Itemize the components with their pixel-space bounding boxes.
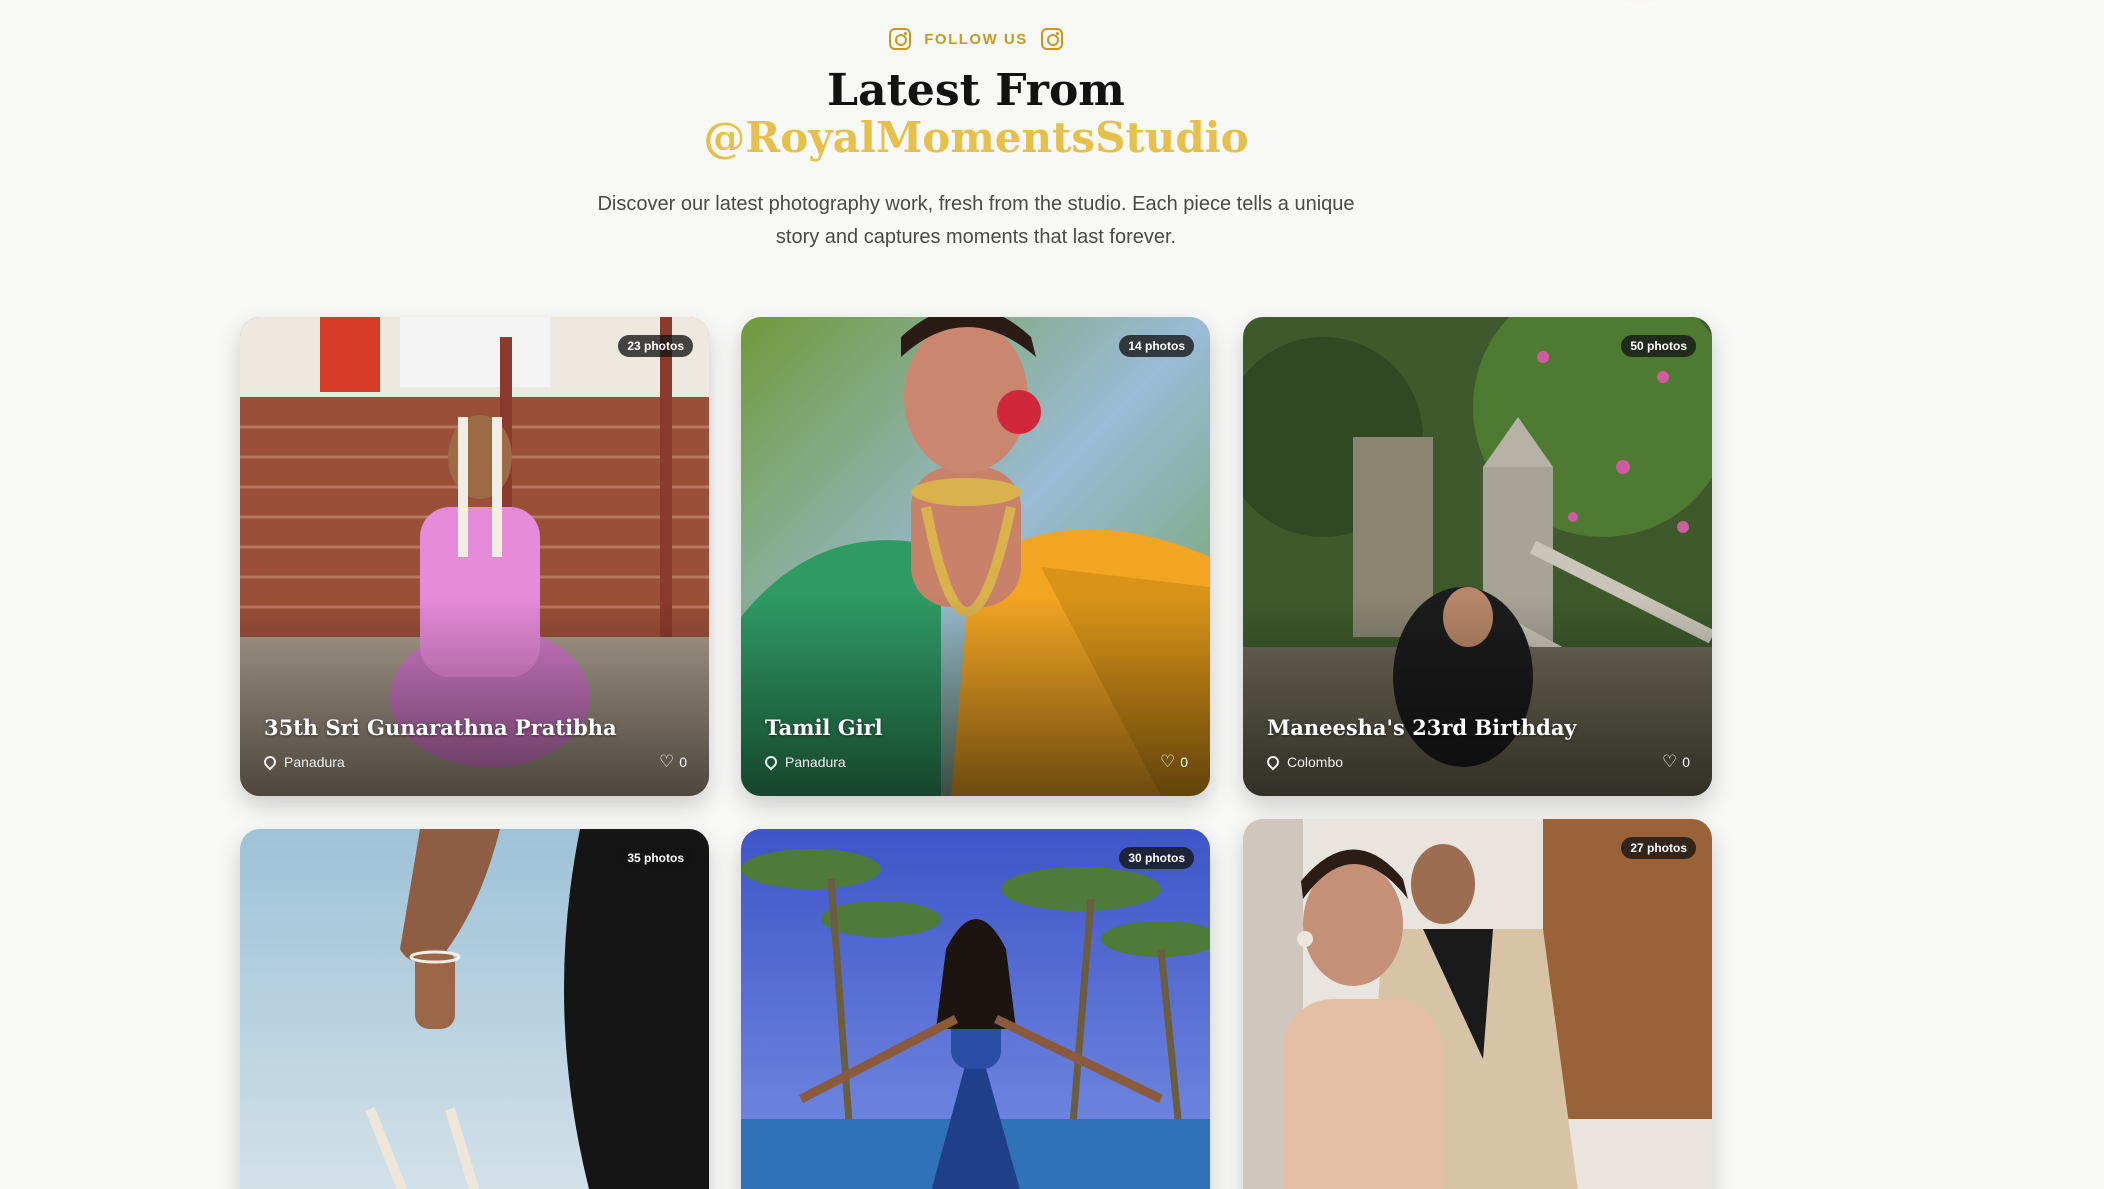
like-button[interactable]: ♡ 0: [1159, 752, 1188, 771]
photo-count-badge: 23 photos: [618, 335, 693, 357]
instagram-handle[interactable]: @RoyalMomentsStudio: [0, 112, 1952, 164]
card-photo: [741, 829, 1210, 1189]
map-pin-icon: [261, 753, 279, 771]
photo-count-badge: 27 photos: [1621, 837, 1696, 859]
gallery-card[interactable]: 23 photos 35th Sri Gunarathna Pratibha P…: [240, 317, 709, 796]
card-title: Maneesha's 23rd Birthday: [1267, 715, 1577, 740]
card-photo: [1243, 819, 1712, 1189]
card-location-text: Colombo: [1287, 754, 1344, 770]
gallery-card[interactable]: 14 photos Tamil Girl Panadura ♡ 0: [741, 317, 1210, 796]
card-location-text: Panadura: [284, 754, 345, 770]
map-pin-icon: [762, 753, 780, 771]
follow-us-label[interactable]: FOLLOW US: [0, 28, 1952, 50]
card-title: 35th Sri Gunarathna Pratibha: [264, 715, 617, 740]
like-count: 0: [1180, 754, 1188, 770]
map-pin-icon: [1264, 753, 1282, 771]
section-description: Discover our latest photography work, fr…: [597, 193, 1355, 248]
card-title: Tamil Girl: [765, 715, 883, 740]
card-location: Colombo: [1264, 753, 1344, 771]
gallery-card[interactable]: 50 photos Maneesha's 23rd Birthday Colom…: [1243, 317, 1712, 796]
instagram-icon: [889, 28, 912, 50]
like-count: 0: [679, 754, 687, 770]
gallery-card[interactable]: 30 photos: [741, 829, 1210, 1189]
gallery-card[interactable]: 35 photos: [240, 829, 709, 1189]
like-button[interactable]: ♡ 0: [1661, 752, 1690, 771]
like-button[interactable]: ♡ 0: [658, 752, 687, 771]
card-photo: [240, 829, 709, 1189]
card-location: Panadura: [261, 753, 345, 771]
photo-count-badge: 50 photos: [1621, 335, 1696, 357]
like-count: 0: [1682, 754, 1690, 770]
card-location: Panadura: [762, 753, 846, 771]
card-location-text: Panadura: [785, 754, 846, 770]
gallery-card[interactable]: 27 photos: [1243, 819, 1712, 1189]
decorative-glow: [1570, 0, 1710, 4]
heart-icon: ♡: [658, 752, 675, 771]
photo-count-badge: 30 photos: [1119, 847, 1194, 869]
follow-us-text: FOLLOW US: [924, 30, 1028, 48]
heart-icon: ♡: [1159, 752, 1176, 771]
instagram-icon: [1040, 28, 1063, 50]
section-title: Latest From: [827, 65, 1125, 116]
instagram-feed-section: FOLLOW US Latest From @RoyalMomentsStudi…: [0, 0, 2104, 1189]
photo-count-badge: 35 photos: [618, 847, 693, 869]
heart-icon: ♡: [1661, 752, 1678, 771]
photo-count-badge: 14 photos: [1119, 335, 1194, 357]
